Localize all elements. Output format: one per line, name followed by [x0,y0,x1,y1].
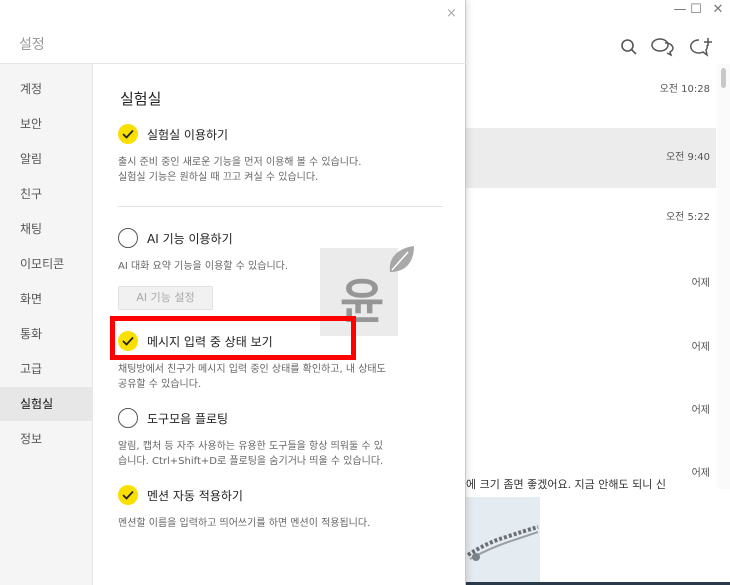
scrollbar-thumb[interactable] [721,68,726,88]
chat-time: 오전 5:22 [665,212,710,223]
option-description: 채팅방에서 친구가 메시지 입력 중인 상태를 확인하고, 내 상태도 공유할 … [118,364,386,390]
nav-item-friends[interactable]: 친구 [0,177,93,211]
search-icon[interactable] [616,36,642,58]
option-description: 알림, 캡처 등 자주 사용하는 유용한 도구들을 항상 띄워둘 수 있 습니다… [118,441,384,467]
chat-list-item[interactable]: 어제 [466,330,716,390]
new-chat-icon[interactable] [688,36,714,58]
close-window-button[interactable]: ✕ [710,2,726,17]
option-description: 멘션할 이름을 입력하고 띄어쓰기를 하면 멘션이 적용됩니다. [118,518,371,529]
highlight-box [110,316,356,360]
minimize-button[interactable]: — [672,2,688,17]
option-floating-toolbar: 도구모음 플로팅 알림, 캡처 등 자주 사용하는 유용한 도구들을 항상 띄워… [118,407,448,469]
scrollbar-track[interactable] [717,64,730,489]
check-icon [122,490,134,500]
nav-item-security[interactable]: 보안 [0,107,93,141]
settings-title: 설정 [19,37,45,53]
option-label[interactable]: 실험실 이용하기 [147,126,228,143]
nav-item-advanced[interactable]: 고급 [0,352,93,386]
chat-bubbles-icon[interactable] [650,36,676,58]
checkbox-ai[interactable] [118,228,138,248]
option-mention: 멘션 자동 적용하기 멘션할 이름을 입력하고 띄어쓰기를 하면 멘션이 적용됩… [118,484,448,531]
nav-item-info[interactable]: 정보 [0,422,93,456]
close-icon[interactable]: × [446,6,457,21]
chat-time: 오전 10:28 [659,84,710,95]
nav-item-notifications[interactable]: 알림 [0,142,93,176]
chat-time: 어제 [691,342,710,353]
chat-list-item[interactable]: 어제 [466,266,716,326]
option-label[interactable]: AI 기능 이용하기 [147,230,233,247]
checkbox-floating-toolbar[interactable] [118,408,138,428]
message-preview-image[interactable] [466,497,540,585]
chat-list-item[interactable]: 어제 [466,393,716,453]
maximize-button[interactable]: ☐ [688,2,704,17]
checkbox-lab[interactable] [118,124,138,144]
nav-item-account[interactable]: 계정 [0,72,93,106]
ai-settings-button[interactable]: AI 기능 설정 [118,286,213,310]
section-title: 실험실 [120,90,162,108]
chat-time: 오전 9:40 [665,152,710,163]
option-lab: 실험실 이용하기 출시 준비 중인 새로운 기능을 먼저 이용해 볼 수 있습니… [118,123,448,185]
nav-item-emoticon[interactable]: 이모티콘 [0,247,93,281]
chat-time: 어제 [691,278,710,289]
leaf-icon [389,246,414,272]
nav-item-display[interactable]: 화면 [0,282,93,316]
option-label[interactable]: 도구모음 플로팅 [147,410,228,427]
option-description: 출시 준비 중인 새로운 기능을 먼저 이용해 볼 수 있습니다. 실험실 기능… [118,157,362,183]
check-icon [122,129,134,139]
settings-sidebar: 계정 보안 알림 친구 채팅 이모티콘 화면 통화 고급 실험실 정보 [0,64,93,585]
checkbox-mention[interactable] [118,485,138,505]
chat-list-item-selected[interactable]: 오전 9:40 [466,128,716,188]
chat-list-item[interactable]: 오전 5:22 [466,200,716,260]
nav-item-chat[interactable]: 채팅 [0,212,93,246]
option-label[interactable]: 멘션 자동 적용하기 [147,487,243,504]
divider [118,206,443,207]
nav-item-lab[interactable]: 실험실 [0,387,93,421]
chat-time: 어제 [691,405,710,416]
chat-list-item[interactable]: 오전 10:28 [466,72,716,132]
message-preview-text: 에 크기 좀면 좋겠어요. 지금 안해도 되니 신 [466,478,667,491]
nav-item-call[interactable]: 통화 [0,317,93,351]
